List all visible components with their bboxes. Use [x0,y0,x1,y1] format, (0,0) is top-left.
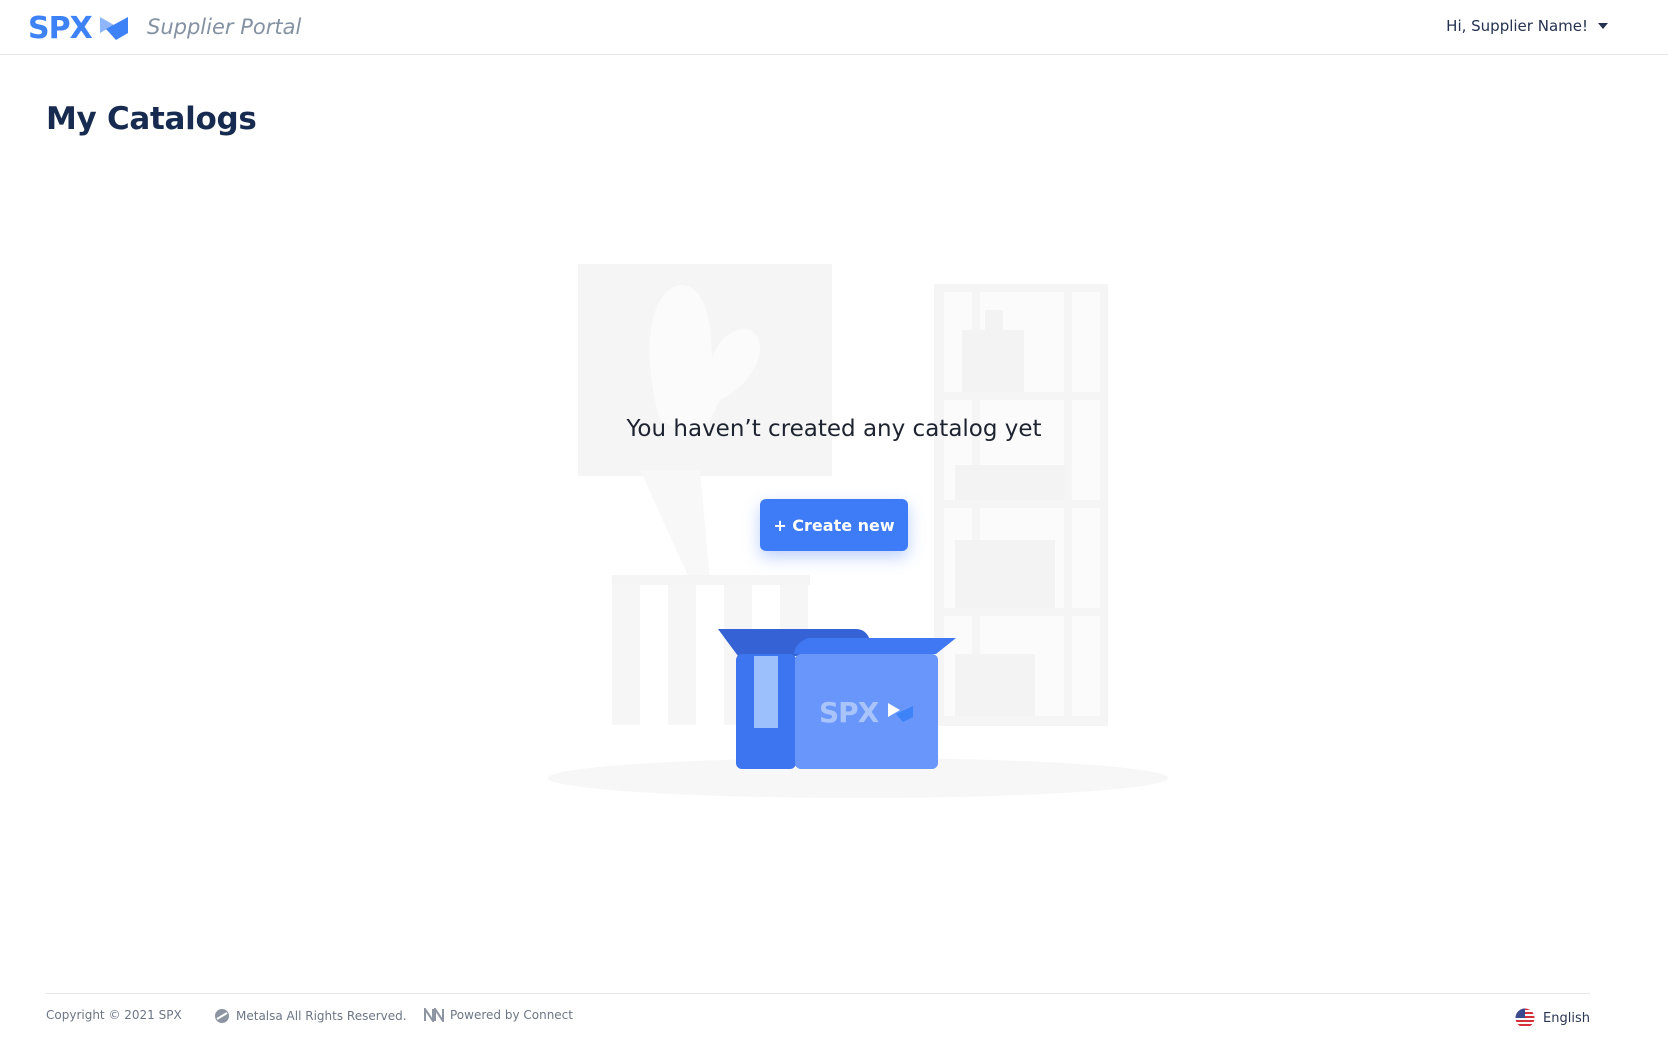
top-bar: SPX Supplier Portal Hi, Supplier Name! [0,0,1668,55]
box-brand-label: SPX [819,696,879,729]
language-selector[interactable]: English [1515,1008,1590,1028]
logo-text: SPX [28,10,93,46]
copyright-label: Copyright © 2021 SPX [46,1008,182,1022]
us-flag-icon [1515,1008,1535,1028]
rights-label: Metalsa All Rights Reserved. [236,1009,407,1023]
user-menu[interactable]: Hi, Supplier Name! [1446,17,1608,35]
footer: Copyright © 2021 SPX Metalsa All Rights … [46,993,1590,1033]
chevron-down-icon [1598,23,1608,29]
powered-by[interactable]: Powered by Connect [424,1008,573,1022]
connect-icon [424,1008,444,1022]
create-new-button[interactable]: + Create new [760,499,908,551]
user-greeting: Hi, Supplier Name! [1446,17,1588,35]
spx-logo-icon [99,17,128,40]
empty-state-message: You haven’t created any catalog yet [626,416,1042,442]
portal-name: Supplier Portal [147,15,302,39]
page-title: My Catalogs [46,101,257,137]
language-label: English [1543,1010,1590,1026]
powered-label: Powered by Connect [450,1008,573,1022]
metalsa-icon [215,1009,229,1023]
rights-notice: Metalsa All Rights Reserved. [214,1008,407,1024]
copyright-text: Copyright © 2021 SPX [46,1008,182,1022]
spx-logo[interactable]: SPX [28,10,128,46]
